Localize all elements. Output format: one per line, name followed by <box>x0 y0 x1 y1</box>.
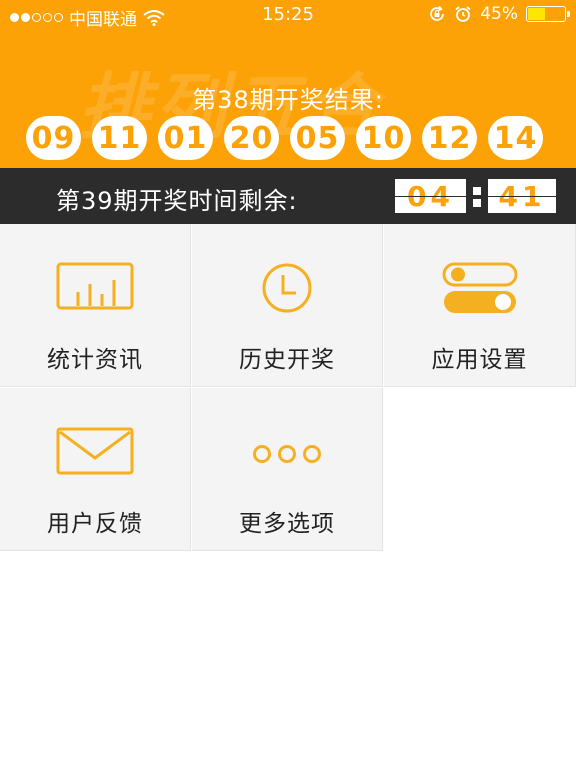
winning-numbers: 09 11 01 20 05 10 12 14 <box>26 116 543 160</box>
countdown-bar: 第39期开奖时间剩余: 04 41 <box>0 168 576 224</box>
result-title: 第38期开奖结果: <box>192 86 384 114</box>
menu-item-label: 应用设置 <box>431 347 528 373</box>
status-right: 45% <box>428 4 570 24</box>
menu-item-label: 用户反馈 <box>47 511 143 537</box>
orientation-lock-icon <box>430 5 445 21</box>
toggle-switches-icon <box>384 262 575 314</box>
number-ball: 20 <box>224 116 279 160</box>
more-dots-icon <box>192 426 382 478</box>
countdown-colon <box>470 179 484 213</box>
bar-chart-icon <box>0 262 190 314</box>
menu-item-label: 统计资讯 <box>47 347 143 373</box>
number-ball: 12 <box>422 116 477 160</box>
menu-item-statistics[interactable]: 统计资讯 <box>0 224 191 387</box>
menu-item-feedback[interactable]: 用户反馈 <box>0 388 191 551</box>
menu-item-settings[interactable]: 应用设置 <box>384 224 576 387</box>
number-ball: 09 <box>26 116 81 160</box>
menu-item-more[interactable]: 更多选项 <box>192 388 383 551</box>
status-bar: 中国联通 15:25 45% <box>0 0 576 30</box>
countdown-seconds: 41 <box>488 179 556 213</box>
number-ball: 14 <box>488 116 543 160</box>
battery-percent: 45% <box>480 4 518 24</box>
clock-icon <box>192 262 382 314</box>
envelope-icon <box>0 426 190 478</box>
number-ball: 10 <box>356 116 411 160</box>
alarm-icon <box>455 6 471 22</box>
battery-icon <box>526 6 570 22</box>
menu-item-history[interactable]: 历史开奖 <box>192 224 383 387</box>
menu-item-label: 历史开奖 <box>239 347 335 373</box>
countdown-minutes: 04 <box>395 179 466 213</box>
countdown-label: 第39期开奖时间剩余: <box>56 187 298 215</box>
menu-item-label: 更多选项 <box>239 511 335 537</box>
number-ball: 05 <box>290 116 345 160</box>
number-ball: 01 <box>158 116 213 160</box>
header-banner: 排列五合 中国联通 15:25 45% 第38期开奖结果: 09 11 01 2… <box>0 0 576 168</box>
number-ball: 11 <box>92 116 147 160</box>
